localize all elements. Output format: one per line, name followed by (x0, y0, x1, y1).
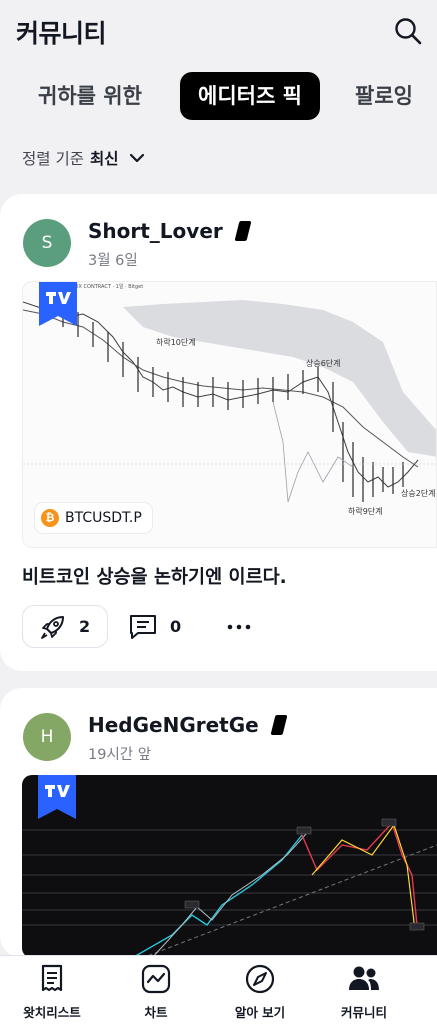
nav-community[interactable]: 커뮤니티 (314, 956, 414, 1024)
watchlist-icon (41, 964, 63, 992)
bottom-navigation: 왓치리스트 차트 알아 보기 커뮤니티 (0, 955, 437, 1024)
symbol-text: BTCUSDT.P (65, 510, 142, 526)
app-header: 커뮤니티 (0, 0, 437, 62)
post-time: 19시간 앞 (88, 747, 152, 763)
boost-button[interactable]: 2 (22, 605, 108, 648)
community-icon (349, 966, 379, 990)
nav-explore[interactable]: 알아 보기 (210, 956, 310, 1024)
editor-badge-icon (234, 221, 252, 241)
page-title: 커뮤니티 (16, 19, 107, 48)
boost-count: 2 (79, 617, 91, 636)
tab-following[interactable]: 팔로잉 (355, 72, 413, 120)
more-options-button[interactable] (222, 605, 256, 648)
nav-label: 알아 보기 (234, 1005, 286, 1020)
chart-label: 하락9단계 (348, 506, 383, 516)
editor-badge-icon (270, 715, 288, 735)
nav-label: 커뮤니티 (340, 1005, 387, 1020)
nav-label: 왓치리스트 (23, 1005, 81, 1020)
bitcoin-icon: ₿ (41, 509, 59, 527)
sort-value: 최신 (89, 150, 119, 168)
chart-icon (141, 964, 171, 994)
tradingview-logo-icon (39, 282, 77, 326)
author-name[interactable]: Short_Lover (88, 219, 252, 243)
chart-label: 상승2단계 (401, 488, 436, 498)
nav-label: 차트 (144, 1005, 168, 1020)
post-title[interactable]: 비트코인 상승을 논하기엔 이르다. (22, 563, 287, 589)
avatar[interactable]: H (23, 713, 71, 761)
sort-selector[interactable]: 정렬 기준 최신 (22, 146, 145, 170)
chart-label: 상승6단계 (306, 358, 341, 368)
comment-count: 0 (170, 617, 182, 636)
author-name[interactable]: HedGeNGretGe (88, 713, 288, 737)
avatar[interactable]: S (23, 219, 71, 267)
comments-button[interactable]: 0 (128, 605, 181, 648)
compass-icon (245, 964, 275, 994)
chart-label: 하락10단계 (156, 337, 196, 347)
chevron-down-icon (129, 153, 144, 163)
author-name-text: HedGeNGretGe (88, 713, 259, 737)
nav-watchlist[interactable]: 왓치리스트 (2, 956, 102, 1024)
idea-chart-image[interactable] (22, 775, 437, 958)
feed-tabs: 귀하를 위한 에디터즈 픽 팔로잉 (0, 68, 437, 124)
tab-for-you[interactable]: 귀하를 위한 (38, 72, 142, 120)
idea-card[interactable]: H HedGeNGretGe 19시간 앞 (0, 688, 437, 958)
post-time: 3월 6일 (88, 253, 138, 269)
more-dots-icon (227, 624, 251, 629)
nav-chart[interactable]: 차트 (106, 956, 206, 1024)
tab-editors-pick[interactable]: 에디터즈 픽 (180, 72, 320, 120)
chart-drawing (22, 818, 437, 958)
symbol-chip[interactable]: ₿ BTCUSDT.P (35, 503, 152, 533)
tradingview-logo-icon (38, 775, 76, 819)
sort-label: 정렬 기준 (22, 150, 84, 168)
idea-chart-image[interactable]: CETUAL FIX CONTRACT · 1일 · Bitget 하락10단계… (22, 281, 437, 548)
idea-card[interactable]: S Short_Lover 3월 6일 CETUAL FIX CONTRACT … (0, 194, 437, 671)
comment-icon (130, 614, 156, 639)
rocket-icon (41, 615, 64, 639)
author-name-text: Short_Lover (88, 219, 223, 243)
search-icon[interactable] (393, 16, 423, 46)
